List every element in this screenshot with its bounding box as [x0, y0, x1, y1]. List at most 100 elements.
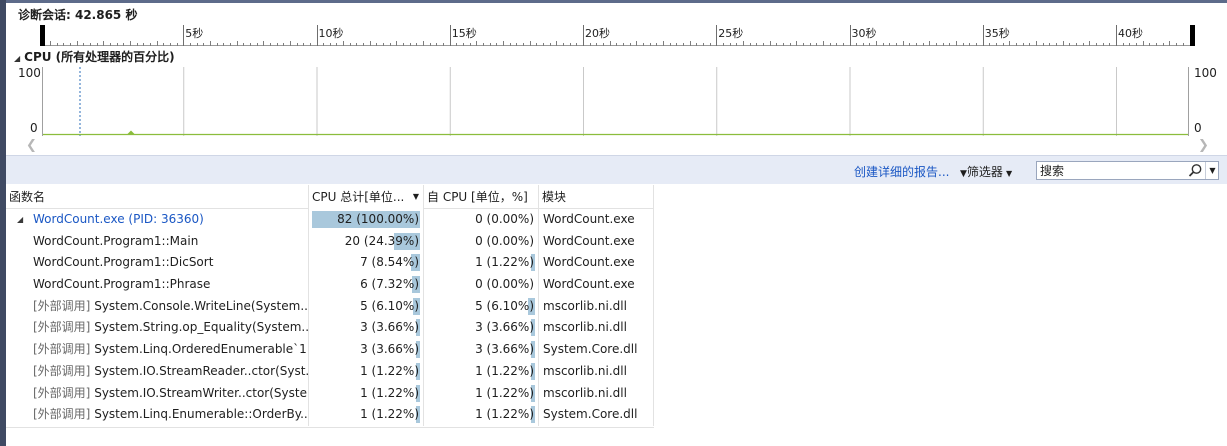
search-input[interactable]	[1037, 162, 1185, 179]
cpu-left-axis-max: 100	[18, 66, 41, 80]
ruler-minor-tick	[609, 41, 611, 46]
ruler-minor-tick	[429, 43, 431, 46]
ruler-minor-tick	[203, 43, 205, 46]
collapse-triangle-icon[interactable]: ◢	[14, 51, 20, 67]
self-cpu-cell: 5 (6.10%)	[424, 295, 539, 318]
table-header-row: 函数名 CPU 总计[单位... ▼ 自 CPU [单位，%] 模块	[6, 185, 654, 209]
ruler-minor-tick	[329, 43, 331, 46]
table-row[interactable]: [外部调用] System.String.op_Equality(System.…	[6, 317, 654, 340]
ruler-minor-tick	[762, 43, 764, 46]
ruler-minor-tick	[1036, 41, 1038, 46]
table-row[interactable]: [外部调用] System.IO.StreamReader..ctor(Syst…	[6, 360, 654, 383]
column-header-module[interactable]: 模块	[539, 185, 654, 209]
search-options-chevron-icon[interactable]: ▼	[1205, 162, 1219, 179]
cpu-right-axis-min: 0	[1194, 121, 1202, 135]
filter-dropdown-button[interactable]: ▼筛选器 ▼	[960, 163, 1012, 180]
function-name: [外部调用] System.IO.StreamReader..ctor(Syst…	[6, 364, 308, 378]
cpu-usage-graph[interactable]	[42, 67, 1189, 136]
table-row[interactable]: [外部调用] System.IO.StreamWriter..ctor(Syst…	[6, 382, 654, 405]
ruler-major-tick	[183, 25, 185, 46]
function-name-text: WordCount.Program1::Main	[33, 233, 199, 248]
module-cell: System.Core.dll	[539, 404, 654, 426]
timeline-ruler[interactable]: 5秒 10秒 15秒 20秒 25秒 30秒 35秒 40秒	[6, 24, 1227, 48]
table-row[interactable]: WordCount.Program1::DicSort 7 (8.54%) 1 (1…	[6, 252, 654, 275]
ruler-minor-tick	[689, 41, 691, 46]
timeline-end-handle[interactable]	[1190, 25, 1195, 46]
table-row[interactable]: ◢ WordCount.exe (PID: 36360) 82 (100.00%) 0…	[6, 209, 654, 231]
column-header-self-cpu[interactable]: 自 CPU [单位，%]	[424, 185, 539, 209]
graph-horizontal-scrollbar[interactable]: ❮ ❯	[6, 137, 1227, 154]
ruler-minor-tick	[769, 41, 771, 46]
ruler-minor-tick	[776, 43, 778, 46]
ruler-minor-tick	[642, 43, 644, 46]
module-cell: mscorlib.ni.dll	[539, 295, 654, 318]
ruler-minor-tick	[1009, 41, 1011, 46]
ruler-minor-tick	[76, 41, 78, 46]
chevron-down-icon: ▼	[1005, 169, 1013, 178]
self-cpu-value: 1 (1.22%)	[475, 255, 534, 270]
module-cell: System.Core.dll	[539, 339, 654, 361]
ruler-minor-tick	[303, 43, 305, 46]
column-header-cpu-total-label: CPU 总计[单位...	[312, 190, 405, 204]
ruler-minor-tick	[336, 43, 338, 46]
cpu-total-cell: 3 (3.66%)	[309, 317, 424, 340]
column-header-cpu-total[interactable]: CPU 总计[单位... ▼	[309, 185, 424, 209]
filter-funnel-icon: ▼	[960, 169, 967, 179]
ruler-minor-tick	[596, 43, 598, 46]
ruler-minor-tick	[549, 43, 551, 46]
ruler-minor-tick	[209, 41, 211, 46]
ruler-minor-tick	[1109, 43, 1111, 46]
function-name-cell: WordCount.Program1::Main	[6, 230, 309, 253]
cpu-graph-header[interactable]: ◢ CPU (所有处理器的百分比)	[14, 49, 175, 65]
external-call-prefix: [外部调用]	[33, 298, 91, 313]
ruler-minor-tick	[696, 43, 698, 46]
ruler-minor-tick	[836, 43, 838, 46]
create-detailed-report-link[interactable]: 创建详细的报告...	[854, 163, 949, 180]
function-name-cell: [外部调用] System.Linq.Enumerable::OrderBy..…	[6, 404, 309, 426]
ruler-minor-tick	[309, 43, 311, 46]
ruler-minor-tick	[256, 43, 258, 46]
table-row[interactable]: [外部调用] System.Console.WriteLine(System..…	[6, 295, 654, 318]
scroll-left-arrow-icon[interactable]: ❮	[26, 138, 37, 153]
ruler-minor-tick	[809, 43, 811, 46]
diagnostic-tools-panel: 诊断会话: 42.865 秒 5秒 10秒 15秒 20秒 25秒 30秒 35秒 40秒 ◢…	[6, 3, 1227, 446]
ruler-minor-tick	[409, 43, 411, 46]
ruler-tick-label: 5秒	[185, 27, 204, 40]
ruler-minor-tick	[196, 43, 198, 46]
cpu-total-value: 1 (1.22%)	[360, 363, 419, 378]
function-name-cell: ◢ WordCount.exe (PID: 36360)	[6, 209, 309, 231]
table-row[interactable]: [外部调用] System.Linq.OrderedEnumerable`1..…	[6, 339, 654, 361]
ruler-minor-tick	[63, 43, 65, 46]
ruler-minor-tick	[443, 43, 445, 46]
ruler-minor-tick	[163, 43, 165, 46]
function-name: [外部调用] System.Linq.Enumerable::OrderBy..…	[6, 407, 308, 421]
column-header-function-name[interactable]: 函数名	[6, 185, 309, 209]
ruler-minor-tick	[1149, 43, 1151, 46]
ruler-minor-tick	[483, 43, 485, 46]
ruler-minor-tick	[902, 41, 904, 46]
cpu-total-value: 82 (100.00%)	[337, 212, 419, 226]
table-row[interactable]: WordCount.Program1::Phrase 6 (7.32%) 0 (0.…	[6, 274, 654, 296]
timeline-start-handle[interactable]	[40, 25, 45, 46]
ruler-minor-tick	[463, 43, 465, 46]
report-toolbar: 创建详细的报告... ▼筛选器▼ ▼	[6, 155, 1227, 184]
scroll-right-arrow-icon[interactable]: ❯	[1198, 138, 1209, 153]
self-cpu-value: 0 (0.00%)	[475, 277, 534, 292]
search-box[interactable]: ▼	[1036, 161, 1219, 180]
search-icon[interactable]	[1187, 163, 1203, 179]
ruler-minor-tick	[729, 43, 731, 46]
module-name: mscorlib.ni.dll	[543, 363, 627, 378]
cpu-graph-title: CPU (所有处理器的百分比)	[24, 50, 175, 64]
ruler-minor-tick	[896, 43, 898, 46]
ruler-minor-tick	[1082, 43, 1084, 46]
function-name: WordCount.Program1::Main	[6, 234, 198, 248]
table-row[interactable]: [外部调用] System.Linq.Enumerable::OrderBy..…	[6, 404, 654, 426]
ruler-minor-tick	[509, 43, 511, 46]
ruler-minor-tick	[669, 43, 671, 46]
cpu-right-axis-max: 100	[1194, 66, 1217, 80]
module-name: mscorlib.ni.dll	[543, 298, 627, 313]
table-row[interactable]: WordCount.Program1::Main 20 (24.39%) 0 (0.…	[6, 230, 654, 253]
external-call-prefix: [外部调用]	[33, 385, 91, 400]
ruler-minor-tick	[129, 41, 131, 46]
ruler-minor-tick	[1135, 43, 1137, 46]
